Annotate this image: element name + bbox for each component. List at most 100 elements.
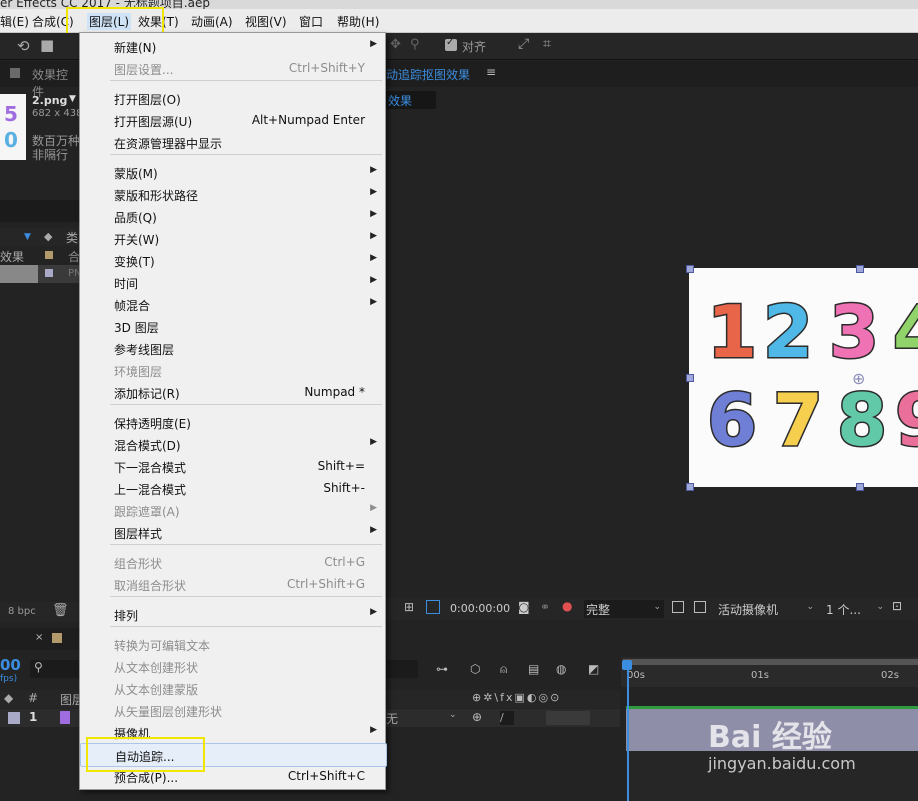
snap-center-icon[interactable]: ⌗ (543, 36, 551, 52)
panel-menu-icon[interactable]: ≡ (486, 65, 496, 79)
project-search-bar[interactable] (0, 200, 79, 222)
menu-item-6[interactable]: 蒙版(M) ▶ (80, 161, 385, 183)
layer-number: 1 (29, 710, 38, 724)
rotate-tool-icon[interactable]: ⟲ (17, 37, 30, 55)
menu-item-1[interactable]: 新建(N) ▶ (80, 35, 385, 57)
project-thumbnail: 5 0 (0, 94, 26, 160)
snapshot-camera-icon[interactable]: ◙ (518, 600, 530, 614)
menu-item-10[interactable]: 变换(T) ▶ (80, 249, 385, 271)
menu-item-5[interactable]: 在资源管理器中显示 (80, 131, 385, 153)
timeline-search-field-right[interactable] (386, 660, 418, 678)
resolution-dropdown[interactable]: 完整 ⌄ (584, 600, 664, 618)
menu-item-8[interactable]: 品质(Q) ▶ (80, 205, 385, 227)
project-row-png[interactable]: PN (0, 265, 82, 283)
anchor-point-icon[interactable]: ⊕ (852, 369, 865, 388)
menu-item-11[interactable]: 时间 ▶ (80, 271, 385, 293)
menu-item-label: 从文本创建形状 (114, 661, 199, 675)
menu-separator (110, 154, 382, 155)
timeline-search-input[interactable]: ⚲ (30, 660, 79, 678)
layer-label-color[interactable] (8, 712, 20, 724)
camera-tool-icon[interactable]: ■ (40, 36, 54, 54)
layer-switch-boxes[interactable] (546, 711, 590, 725)
viewer-timecode[interactable]: 0:00:00:00 (450, 602, 510, 615)
playhead[interactable] (627, 660, 629, 801)
pin-tool-icon[interactable]: ✥ (390, 37, 401, 52)
time-ruler[interactable]: 00s 01s 02s (621, 657, 918, 687)
frame-blending-icon[interactable]: ▤ (528, 662, 539, 676)
toggle-grid-icon[interactable] (694, 601, 706, 613)
menu-item-4[interactable]: 打开图层源(U) Alt+Numpad Enter (80, 109, 385, 131)
region-icon[interactable]: ⊞ (404, 600, 414, 614)
menu-item-16[interactable]: 添加标记(R) Numpad * (80, 381, 385, 403)
comp-flowchart-icon[interactable]: ⊶ (436, 662, 448, 676)
transform-handle[interactable] (686, 483, 694, 491)
chevron-down-icon[interactable]: ⌄ (449, 710, 457, 720)
menu-animation[interactable]: 动画(A) (191, 13, 233, 30)
work-area-bar[interactable] (623, 659, 918, 665)
transform-handle[interactable] (856, 265, 864, 273)
menu-item-25[interactable]: 排列 ▶ (80, 603, 385, 625)
current-time[interactable]: 00 (0, 656, 21, 674)
views-dropdown[interactable]: 1 个... ⌄ (822, 600, 888, 618)
quality-switch-icon[interactable]: / (500, 711, 514, 725)
comp-tab-title[interactable]: 动追踪抠图效果 (386, 66, 470, 83)
transform-handle[interactable] (686, 265, 694, 273)
label-tag-icon[interactable]: ◆ (4, 691, 13, 705)
transform-handle[interactable] (856, 483, 864, 491)
menu-item-14[interactable]: 参考线图层 (80, 337, 385, 359)
bpc-label[interactable]: 8 bpc (8, 606, 36, 617)
selected-row-fill (0, 265, 38, 283)
menu-help[interactable]: 帮助(H) (337, 13, 379, 30)
shy-layers-icon[interactable]: ⍝ (500, 662, 507, 677)
comp-breadcrumb[interactable]: 效果 (386, 91, 436, 109)
menu-item-23: 组合形状 Ctrl+G (80, 551, 385, 573)
puppet-tool-icon[interactable]: ⚲ (410, 37, 420, 52)
menu-item-20[interactable]: 上一混合模式 Shift+- (80, 477, 385, 499)
submenu-arrow-icon: ▶ (370, 231, 377, 241)
menu-item-label: 保持透明度(E) (114, 417, 191, 431)
shy-switch-icon[interactable]: ⊕ (472, 710, 482, 724)
snap-edge-icon[interactable]: ⤢ (518, 36, 529, 52)
menu-item-18[interactable]: 混合模式(D) ▶ (80, 433, 385, 455)
menu-view[interactable]: 视图(V) (245, 13, 287, 30)
label-tag-icon[interactable]: ◆ (44, 230, 52, 243)
playhead-handle[interactable] (622, 660, 632, 670)
tick-label: 00s (627, 670, 645, 681)
menu-item-label: 时间 (114, 277, 139, 291)
menu-item-19[interactable]: 下一混合模式 Shift+= (80, 455, 385, 477)
menu-item-17[interactable]: 保持透明度(E) (80, 411, 385, 433)
menu-item-7[interactable]: 蒙版和形状路径 ▶ (80, 183, 385, 205)
chevron-down-icon[interactable]: ▼ (69, 94, 76, 104)
menu-item-label: 组合形状 (114, 557, 163, 571)
draft-3d-icon[interactable]: ⬡ (470, 662, 480, 676)
menu-item-21: 跟踪遮罩(A) ▶ (80, 499, 385, 521)
show-snapshot-icon[interactable]: ⚭ (540, 600, 550, 614)
sort-arrow-icon[interactable]: ▼ (24, 232, 31, 242)
effects-panel-header: 效果控件 (0, 61, 79, 99)
fast-preview-icon[interactable] (672, 601, 684, 613)
menu-item-22[interactable]: 图层样式 ▶ (80, 521, 385, 543)
transparency-grid-icon[interactable] (426, 600, 440, 614)
menu-item-13[interactable]: 3D 图层 (80, 315, 385, 337)
camera-dropdown[interactable]: 活动摄像机 ⌄ (714, 600, 818, 618)
color-channel-icon[interactable]: ● (562, 599, 572, 613)
menu-item-12[interactable]: 帧混合 ▶ (80, 293, 385, 315)
motion-blur-icon[interactable]: ◍ (556, 662, 566, 676)
transform-handle[interactable] (686, 374, 694, 382)
switches-icons[interactable]: ⊕✲\fx▣◐◎⊙ (472, 691, 561, 704)
menu-item-9[interactable]: 开关(W) ▶ (80, 227, 385, 249)
views-value: 1 个... (826, 603, 861, 617)
project-row-comp[interactable]: 效果 合 (0, 247, 80, 265)
graph-editor-icon[interactable]: ◩ (588, 662, 599, 676)
panel-menu-icon[interactable] (10, 68, 20, 78)
digit-4: 4 (891, 289, 918, 376)
menu-item-3[interactable]: 打开图层(O) (80, 87, 385, 109)
menu-item-15: 环境图层 (80, 359, 385, 381)
menu-window[interactable]: 窗口 (299, 13, 323, 30)
menu-edit[interactable]: 辑(E) (0, 13, 29, 30)
close-tab-icon[interactable]: × (35, 632, 43, 643)
menu-item-label: 取消组合形状 (114, 579, 187, 593)
submenu-arrow-icon: ▶ (370, 297, 377, 307)
trash-icon[interactable]: 🗑 (52, 603, 69, 618)
reset-exposure-icon[interactable]: ⊡ (892, 599, 902, 613)
